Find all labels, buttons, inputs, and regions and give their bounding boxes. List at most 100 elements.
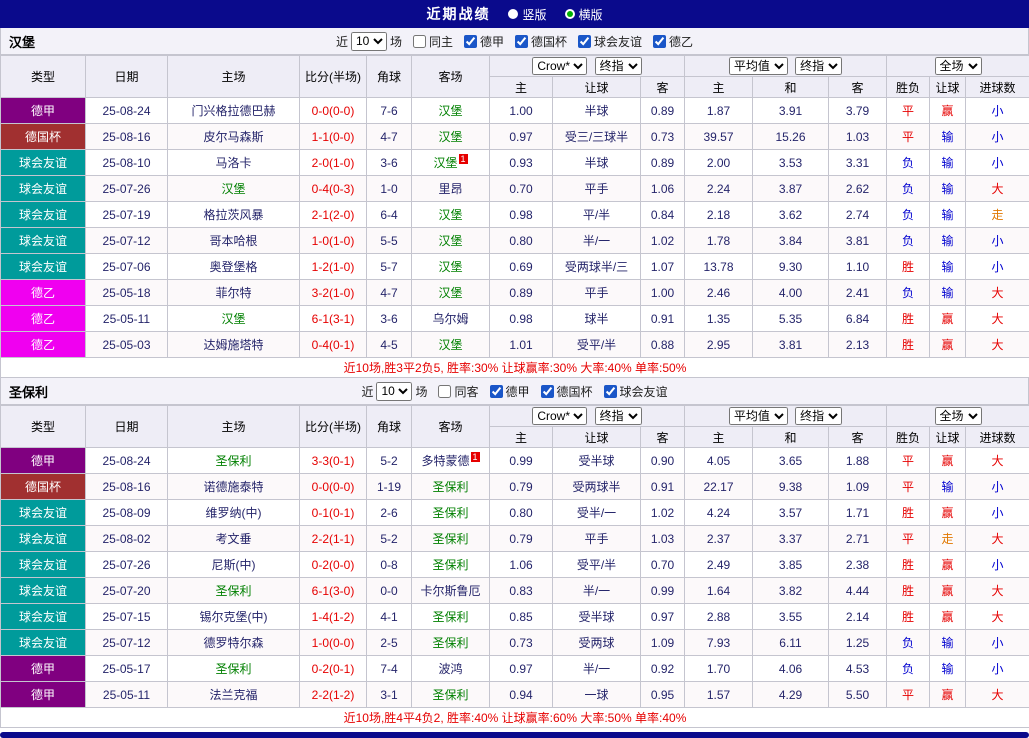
home-team[interactable]: 维罗纳(中) — [167, 499, 300, 526]
handicap-result: 赢 — [929, 551, 967, 578]
home-team[interactable]: 奥登堡格 — [167, 253, 300, 280]
home-team[interactable]: 诺德施泰特 — [167, 473, 300, 500]
match-score[interactable]: 1-1(0-0) — [299, 123, 367, 150]
away-team[interactable]: 汉堡 — [411, 227, 490, 254]
away-team[interactable]: 汉堡 — [411, 279, 490, 306]
col-header-euro-away: 客 — [827, 76, 888, 98]
away-team[interactable]: 圣保利 — [411, 499, 490, 526]
handicap-result: 输 — [929, 473, 967, 500]
match-score[interactable]: 0-0(0-0) — [299, 473, 367, 500]
match-score[interactable]: 1-0(0-0) — [299, 629, 367, 656]
same-venue-filter[interactable]: 同主 — [412, 33, 453, 50]
match-score[interactable]: 0-2(0-0) — [299, 551, 367, 578]
match-score[interactable]: 3-2(1-0) — [299, 279, 367, 306]
home-team[interactable]: 马洛卡 — [167, 149, 300, 176]
asian-stage-select[interactable]: 终指 — [594, 57, 642, 75]
match-score[interactable]: 1-0(1-0) — [299, 227, 367, 254]
league-filter-bundesliga2[interactable]: 德乙 — [653, 33, 693, 50]
away-team[interactable]: 汉堡 1 — [411, 149, 490, 176]
match-score[interactable]: 6-1(3-1) — [299, 305, 367, 332]
home-team[interactable]: 哥本哈根 — [167, 227, 300, 254]
away-team[interactable]: 卡尔斯鲁厄 — [411, 577, 490, 604]
home-team[interactable]: 汉堡 — [167, 175, 300, 202]
league-checkbox[interactable] — [653, 34, 667, 48]
league-checkbox[interactable] — [463, 34, 477, 48]
match-score[interactable]: 0-4(0-1) — [299, 331, 367, 358]
match-score[interactable]: 6-1(3-0) — [299, 577, 367, 604]
home-team[interactable]: 汉堡 — [167, 305, 300, 332]
scope-select[interactable]: 全场 — [934, 57, 982, 75]
match-score[interactable]: 2-2(1-2) — [299, 681, 367, 708]
away-team[interactable]: 乌尔姆 — [411, 305, 490, 332]
asian-provider-select[interactable]: Crow* — [532, 407, 588, 425]
home-team[interactable]: 圣保利 — [167, 577, 300, 604]
euro-stage-select[interactable]: 终指 — [795, 407, 843, 425]
match-score[interactable]: 0-4(0-3) — [299, 175, 367, 202]
away-team[interactable]: 圣保利 — [411, 525, 490, 552]
col-header-euro-draw: 和 — [752, 426, 829, 448]
league-filter-friendly[interactable]: 球会友谊 — [603, 383, 668, 400]
handicap-result: 走 — [929, 525, 967, 552]
away-team[interactable]: 汉堡 — [411, 253, 490, 280]
league-checkbox[interactable] — [578, 34, 592, 48]
league-filter-dfb-pokal[interactable]: 德国杯 — [515, 33, 567, 50]
home-team[interactable]: 圣保利 — [167, 655, 300, 682]
league-checkbox[interactable] — [489, 384, 503, 398]
home-team[interactable]: 锡尔克堡(中) — [167, 603, 300, 630]
euro-provider-select[interactable]: 平均值 — [728, 57, 788, 75]
home-team[interactable]: 圣保利 — [167, 447, 300, 474]
recent-count-select[interactable]: 10 — [376, 381, 413, 401]
match-score[interactable]: 2-1(2-0) — [299, 201, 367, 228]
away-team[interactable]: 里昂 — [411, 175, 490, 202]
euro-provider-select[interactable]: 平均值 — [728, 407, 788, 425]
home-team[interactable]: 达姆施塔特 — [167, 331, 300, 358]
league-checkbox[interactable] — [540, 384, 554, 398]
league-filter-bundesliga[interactable]: 德甲 — [463, 33, 504, 50]
away-team[interactable]: 汉堡 — [411, 201, 490, 228]
league-checkbox[interactable] — [603, 384, 617, 398]
same-venue-checkbox[interactable] — [438, 384, 452, 398]
home-team[interactable]: 皮尔马森斯 — [167, 123, 300, 150]
away-team[interactable]: 圣保利 — [411, 603, 490, 630]
away-team[interactable]: 圣保利 — [411, 629, 490, 656]
home-team[interactable]: 考文垂 — [167, 525, 300, 552]
match-score[interactable]: 1-4(1-2) — [299, 603, 367, 630]
match-score[interactable]: 2-2(1-1) — [299, 525, 367, 552]
asian-stage-select[interactable]: 终指 — [594, 407, 642, 425]
same-venue-checkbox[interactable] — [412, 34, 426, 48]
radio-vertical-layout[interactable]: 竖版 — [508, 6, 547, 23]
match-score[interactable]: 0-1(0-1) — [299, 499, 367, 526]
home-team[interactable]: 尼斯(中) — [167, 551, 300, 578]
scope-select[interactable]: 全场 — [934, 407, 982, 425]
match-score[interactable]: 0-2(0-1) — [299, 655, 367, 682]
league-filter-friendly[interactable]: 球会友谊 — [578, 33, 642, 50]
match-score[interactable]: 1-2(1-0) — [299, 253, 367, 280]
away-team[interactable]: 汉堡 — [411, 331, 490, 358]
league-filter-dfb-pokal[interactable]: 德国杯 — [540, 383, 593, 400]
away-team[interactable]: 汉堡 — [411, 123, 490, 150]
league-checkbox[interactable] — [515, 34, 528, 48]
away-team[interactable]: 波鸿 — [411, 655, 490, 682]
match-date: 25-08-16 — [85, 123, 168, 150]
match-score[interactable]: 2-0(1-0) — [299, 149, 367, 176]
filter-bar: 近 10 场 同客 德甲 德国杯 球会友谊 — [361, 381, 668, 401]
home-team[interactable]: 格拉茨风暴 — [167, 201, 300, 228]
home-team[interactable]: 门兴格拉德巴赫 — [167, 97, 300, 124]
match-score[interactable]: 0-0(0-0) — [299, 97, 367, 124]
away-team[interactable]: 圣保利 — [411, 473, 490, 500]
home-team[interactable]: 德罗特尔森 — [167, 629, 300, 656]
home-team[interactable]: 菲尔特 — [167, 279, 300, 306]
away-team[interactable]: 汉堡 — [411, 97, 490, 124]
euro-stage-select[interactable]: 终指 — [795, 57, 843, 75]
same-venue-filter[interactable]: 同客 — [438, 383, 479, 400]
recent-count-select[interactable]: 10 — [350, 31, 387, 51]
away-team[interactable]: 多特蒙德 1 — [411, 447, 490, 474]
asian-provider-select[interactable]: Crow* — [532, 57, 588, 75]
away-team[interactable]: 圣保利 — [411, 681, 490, 708]
away-team[interactable]: 圣保利 — [411, 551, 490, 578]
match-score[interactable]: 3-3(0-1) — [299, 447, 367, 474]
league-filter-bundesliga[interactable]: 德甲 — [489, 383, 530, 400]
topbar: 近期战绩 竖版 横版 — [0, 0, 1029, 28]
radio-horizontal-layout[interactable]: 横版 — [564, 6, 603, 23]
home-team[interactable]: 法兰克福 — [167, 681, 300, 708]
